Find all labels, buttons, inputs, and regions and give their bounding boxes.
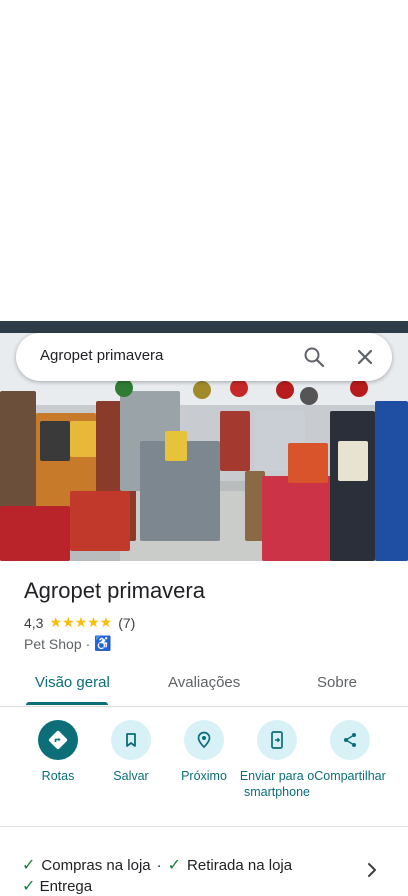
nearby-label: Próximo — [181, 769, 227, 783]
tab-bar: Visão geral Avaliações Sobre — [0, 662, 408, 707]
rating-value: 4,3 — [24, 614, 44, 631]
directions-label: Rotas — [41, 769, 75, 783]
chevron-right-icon[interactable] — [364, 860, 380, 880]
nearby-icon — [184, 720, 224, 760]
rating-line[interactable]: 4,3 ★★★★★ (7) — [24, 614, 135, 631]
search-icon[interactable] — [302, 345, 326, 369]
service-options-second-line: ✓ Entrega — [22, 876, 92, 896]
place-title: Agropet primavera — [24, 578, 205, 603]
checkmark-icon: ✓ — [22, 857, 36, 874]
share-icon — [330, 720, 370, 760]
category-line: Pet Shop · ♿ — [24, 635, 112, 652]
nearby-button[interactable]: Próximo — [164, 718, 244, 784]
place-category: Pet Shop — [24, 635, 82, 652]
blank-map-area — [0, 0, 408, 321]
tab-overview[interactable]: Visão geral — [35, 674, 110, 691]
separator-dot: · — [85, 635, 91, 652]
wheelchair-accessible-icon: ♿ — [94, 635, 112, 651]
review-count: (7) — [118, 614, 136, 631]
search-input[interactable]: Agropet primavera — [40, 347, 163, 364]
send-to-phone-button[interactable]: Enviar para o smartphone — [237, 718, 317, 800]
service-options[interactable]: ✓ Compras na loja · ✓ Retirada na loja — [22, 855, 292, 875]
share-label: Compartilhar — [314, 769, 386, 783]
star-rating-icon: ★★★★★ — [49, 614, 113, 630]
tab-about[interactable]: Sobre — [317, 674, 357, 691]
section-divider — [0, 826, 408, 827]
bookmark-icon — [111, 720, 151, 760]
directions-icon — [38, 720, 78, 760]
service-delivery: Entrega — [39, 878, 93, 895]
directions-button[interactable]: Rotas — [18, 718, 98, 784]
checkmark-icon: ✓ — [22, 878, 36, 895]
save-label: Salvar — [113, 769, 149, 783]
share-button[interactable]: Compartilhar — [310, 718, 390, 784]
tab-reviews[interactable]: Avaliações — [168, 674, 240, 691]
send-to-phone-label: Enviar para o smartphone — [239, 769, 315, 799]
active-tab-indicator — [26, 702, 108, 705]
checkmark-icon: ✓ — [167, 857, 182, 874]
save-button[interactable]: Salvar — [91, 718, 171, 784]
service-in-store-shopping: Compras na loja — [41, 856, 151, 874]
search-bar[interactable]: Agropet primavera — [16, 333, 392, 381]
service-in-store-pickup: Retirada na loja — [187, 856, 293, 874]
separator-dot: · — [156, 856, 162, 874]
action-row: Rotas Salvar Próximo Enviar para o smart… — [0, 718, 408, 826]
send-to-phone-icon — [257, 720, 297, 760]
close-icon[interactable] — [353, 345, 377, 369]
